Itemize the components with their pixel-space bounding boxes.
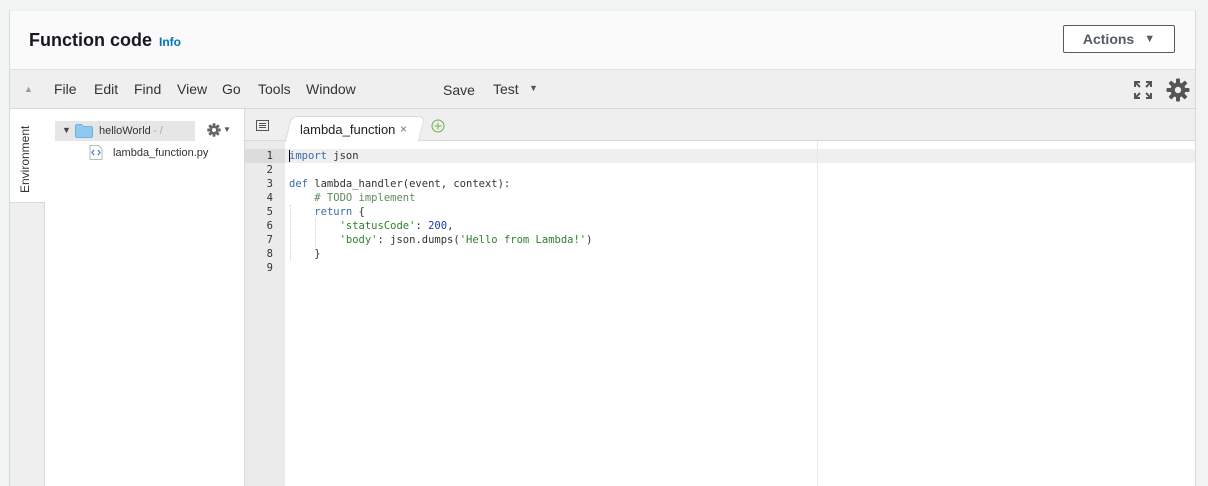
line-number: 3 — [266, 178, 273, 190]
line-number: 6 — [266, 220, 273, 232]
test-button[interactable]: Test — [493, 81, 519, 97]
menu-window[interactable]: Window — [306, 81, 356, 97]
menu-go[interactable]: Go — [222, 81, 241, 97]
menu-tools[interactable]: Tools — [258, 81, 291, 97]
menu-view[interactable]: View — [177, 81, 207, 97]
function-code-panel: Function code Info Actions ▼ ▲ File Edit… — [9, 10, 1196, 486]
collapse-arrow-icon[interactable]: ▲ — [24, 84, 33, 94]
tree-settings-icon[interactable] — [207, 123, 221, 137]
code-token: ) — [586, 234, 593, 246]
caret-down-icon: ▼ — [1144, 33, 1156, 45]
line-number: 7 — [266, 234, 273, 246]
line-number: 1 — [266, 150, 273, 162]
code-line-5: return { — [289, 205, 365, 219]
editor-tab-title[interactable]: lambda_function — [300, 122, 395, 137]
code-line-8: } — [289, 248, 321, 260]
menu-find[interactable]: Find — [134, 81, 161, 97]
test-dropdown-icon[interactable]: ▼ — [529, 83, 538, 93]
code-text-area[interactable]: import json def lambda_handler(event, co… — [285, 141, 1195, 486]
active-line-highlight — [285, 149, 1195, 163]
code-editor: lambda_function × 1 2 3 4 5 6 7 8 9 impo… — [245, 109, 1195, 486]
keyword-token: return — [314, 206, 353, 218]
editor-tabbar: lambda_function × — [245, 109, 1195, 142]
environment-rail: Environment — [10, 109, 45, 486]
code-token: : json.dumps( — [377, 234, 460, 246]
code-token: lambda_handler(event, context): — [307, 178, 511, 190]
code-line-7: 'body': json.dumps('Hello from Lambda!') — [289, 233, 593, 247]
close-icon[interactable]: × — [400, 122, 407, 136]
environment-label: Environment — [18, 125, 32, 193]
expand-caret-icon[interactable]: ▼ — [62, 125, 71, 135]
tab-list-icon[interactable] — [256, 120, 269, 131]
file-tree: ▼ helloWorld - / ▼ lambda_function.py — [45, 109, 245, 486]
code-line-6: 'statusCode': 200, — [289, 219, 454, 233]
actions-button-label: Actions — [1082, 31, 1135, 47]
ide-menubar: ▲ File Edit Find View Go Tools Window Sa… — [10, 69, 1195, 109]
menu-edit[interactable]: Edit — [94, 81, 118, 97]
tree-settings-caret-icon[interactable]: ▼ — [223, 125, 231, 134]
root-folder-path: - / — [153, 125, 163, 137]
line-number: 2 — [266, 164, 273, 176]
gear-icon[interactable] — [1166, 78, 1190, 102]
info-link[interactable]: Info — [159, 35, 181, 49]
page-title: Function code — [29, 30, 152, 50]
root-folder-name: helloWorld — [99, 125, 151, 137]
keyword-token: import — [289, 150, 327, 162]
code-token: : — [415, 220, 429, 232]
code-token: { — [352, 206, 365, 218]
actions-button[interactable]: Actions ▼ — [1063, 25, 1175, 53]
tree-file-lambda-function[interactable]: lambda_function.py — [113, 147, 208, 159]
add-tab-icon[interactable] — [431, 119, 445, 133]
menu-file[interactable]: File — [54, 81, 77, 97]
code-line-1: import json — [289, 149, 359, 163]
number-token: 200 — [428, 220, 448, 232]
line-number: 8 — [266, 248, 273, 260]
string-token: 'statusCode' — [339, 220, 416, 232]
panel-header: Function code Info Actions ▼ — [10, 11, 1195, 69]
keyword-token: def — [289, 178, 308, 190]
folder-icon — [75, 124, 93, 138]
line-number: 5 — [266, 206, 273, 218]
save-button[interactable]: Save — [443, 82, 475, 98]
string-token: 'body' — [339, 234, 378, 246]
python-file-icon — [89, 145, 103, 160]
line-number: 4 — [266, 192, 273, 204]
code-token: , — [447, 220, 454, 232]
tree-root-folder[interactable]: ▼ helloWorld - / — [55, 121, 195, 141]
string-token: 'Hello from Lambda!' — [459, 234, 587, 246]
environment-tab[interactable]: Environment — [10, 109, 45, 203]
code-token: json — [326, 150, 359, 162]
line-number: 9 — [266, 262, 273, 274]
fullscreen-icon[interactable] — [1134, 81, 1152, 99]
line-number-gutter: 1 2 3 4 5 6 7 8 9 — [245, 141, 285, 486]
code-line-3: def lambda_handler(event, context): — [289, 177, 510, 191]
print-margin-line — [817, 141, 818, 486]
code-line-4: # TODO implement — [289, 192, 416, 204]
